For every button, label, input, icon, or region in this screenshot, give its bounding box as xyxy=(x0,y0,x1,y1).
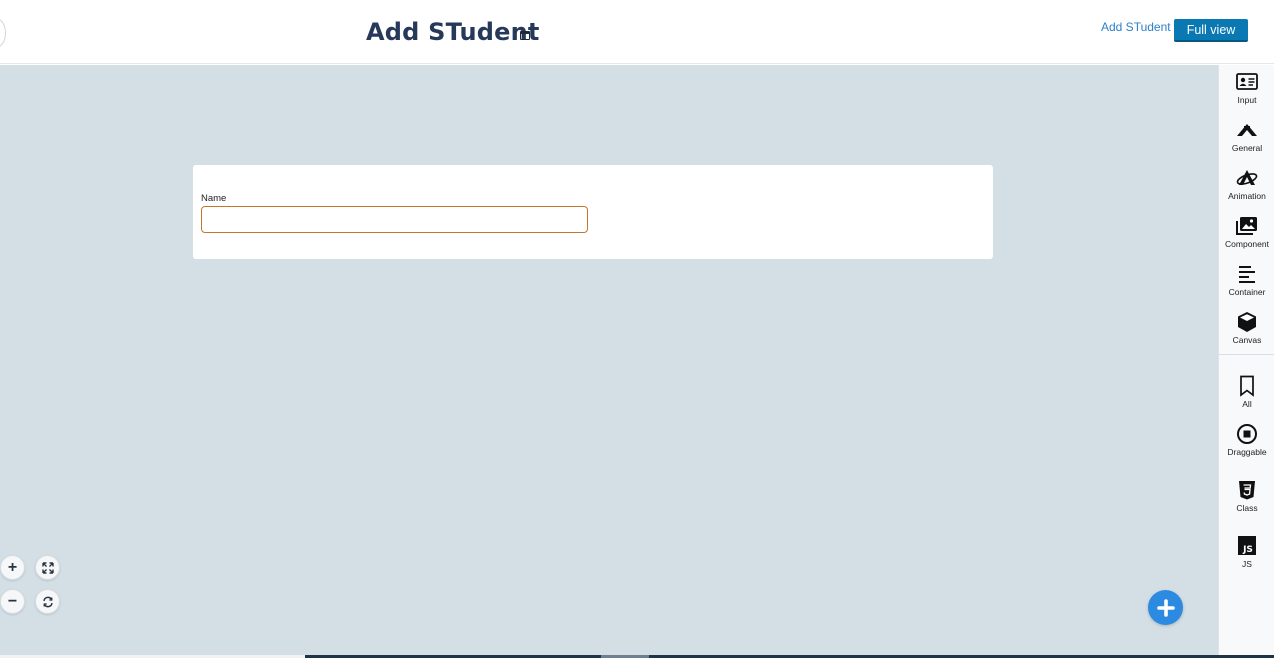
refresh-icon xyxy=(42,596,53,607)
sidebar-item-class[interactable]: Class xyxy=(1219,479,1274,523)
reset-view-button[interactable] xyxy=(35,589,60,614)
sidebar-item-label: General xyxy=(1231,143,1263,153)
form-card: Name xyxy=(193,165,993,259)
sidebar-item-label: All xyxy=(1242,399,1252,409)
name-input[interactable] xyxy=(201,206,588,233)
window-icon[interactable] xyxy=(520,31,530,40)
add-student-link[interactable]: Add STudent xyxy=(1101,20,1171,34)
name-label: Name xyxy=(201,193,227,204)
sidebar-item-label: Component xyxy=(1225,239,1269,249)
sidebar-item-label: Animation xyxy=(1228,191,1266,201)
sidebar-item-label: Container xyxy=(1228,287,1266,297)
js-icon: JS xyxy=(1238,536,1256,555)
sidebar-item-label: Class xyxy=(1236,503,1258,513)
plus-icon xyxy=(1156,598,1175,617)
sidebar-item-input[interactable]: Input xyxy=(1219,71,1274,115)
full-view-button[interactable]: Full view xyxy=(1174,19,1248,42)
expand-icon xyxy=(41,561,54,574)
sidebar-item-label: Input xyxy=(1237,95,1257,105)
design-canvas[interactable]: Name + − xyxy=(0,65,1218,655)
sidebar-item-canvas[interactable]: Canvas xyxy=(1219,311,1274,355)
align-left-icon xyxy=(1239,266,1255,283)
sidebar-item-label: JS xyxy=(1242,559,1252,569)
sidebar-item-animation[interactable]: Animation xyxy=(1219,167,1274,211)
animation-icon xyxy=(1236,170,1258,185)
svg-text:JS: JS xyxy=(1242,545,1253,555)
general-icon xyxy=(1237,124,1257,136)
top-bar: Add STudent Add STudent Full view xyxy=(0,0,1274,64)
sidebar-divider xyxy=(1219,354,1274,355)
sidebar-item-label: Draggable xyxy=(1227,447,1267,457)
add-element-button[interactable] xyxy=(1148,590,1183,625)
sidebar-item-component[interactable]: Component xyxy=(1219,215,1274,259)
component-sidebar: Input General Animation Component Contai… xyxy=(1218,65,1274,655)
images-icon xyxy=(1236,217,1257,235)
sidebar-item-js[interactable]: JS JS xyxy=(1219,535,1274,579)
sidebar-item-label: Canvas xyxy=(1232,335,1262,345)
collapse-toggle[interactable] xyxy=(0,18,6,48)
sidebar-item-container[interactable]: Container xyxy=(1219,263,1274,307)
fit-screen-button[interactable] xyxy=(35,555,60,580)
page-title: Add STudent xyxy=(366,18,540,46)
bookmark-icon xyxy=(1240,375,1254,397)
zoom-out-button[interactable]: − xyxy=(0,589,25,614)
sidebar-item-draggable[interactable]: Draggable xyxy=(1219,423,1274,467)
sidebar-item-all[interactable]: All xyxy=(1219,375,1274,419)
cube-icon xyxy=(1238,312,1256,332)
stop-circle-icon xyxy=(1237,424,1257,444)
zoom-in-button[interactable]: + xyxy=(0,555,25,580)
id-card-icon xyxy=(1236,73,1258,90)
sidebar-item-general[interactable]: General xyxy=(1219,119,1274,163)
css3-icon xyxy=(1239,481,1255,500)
